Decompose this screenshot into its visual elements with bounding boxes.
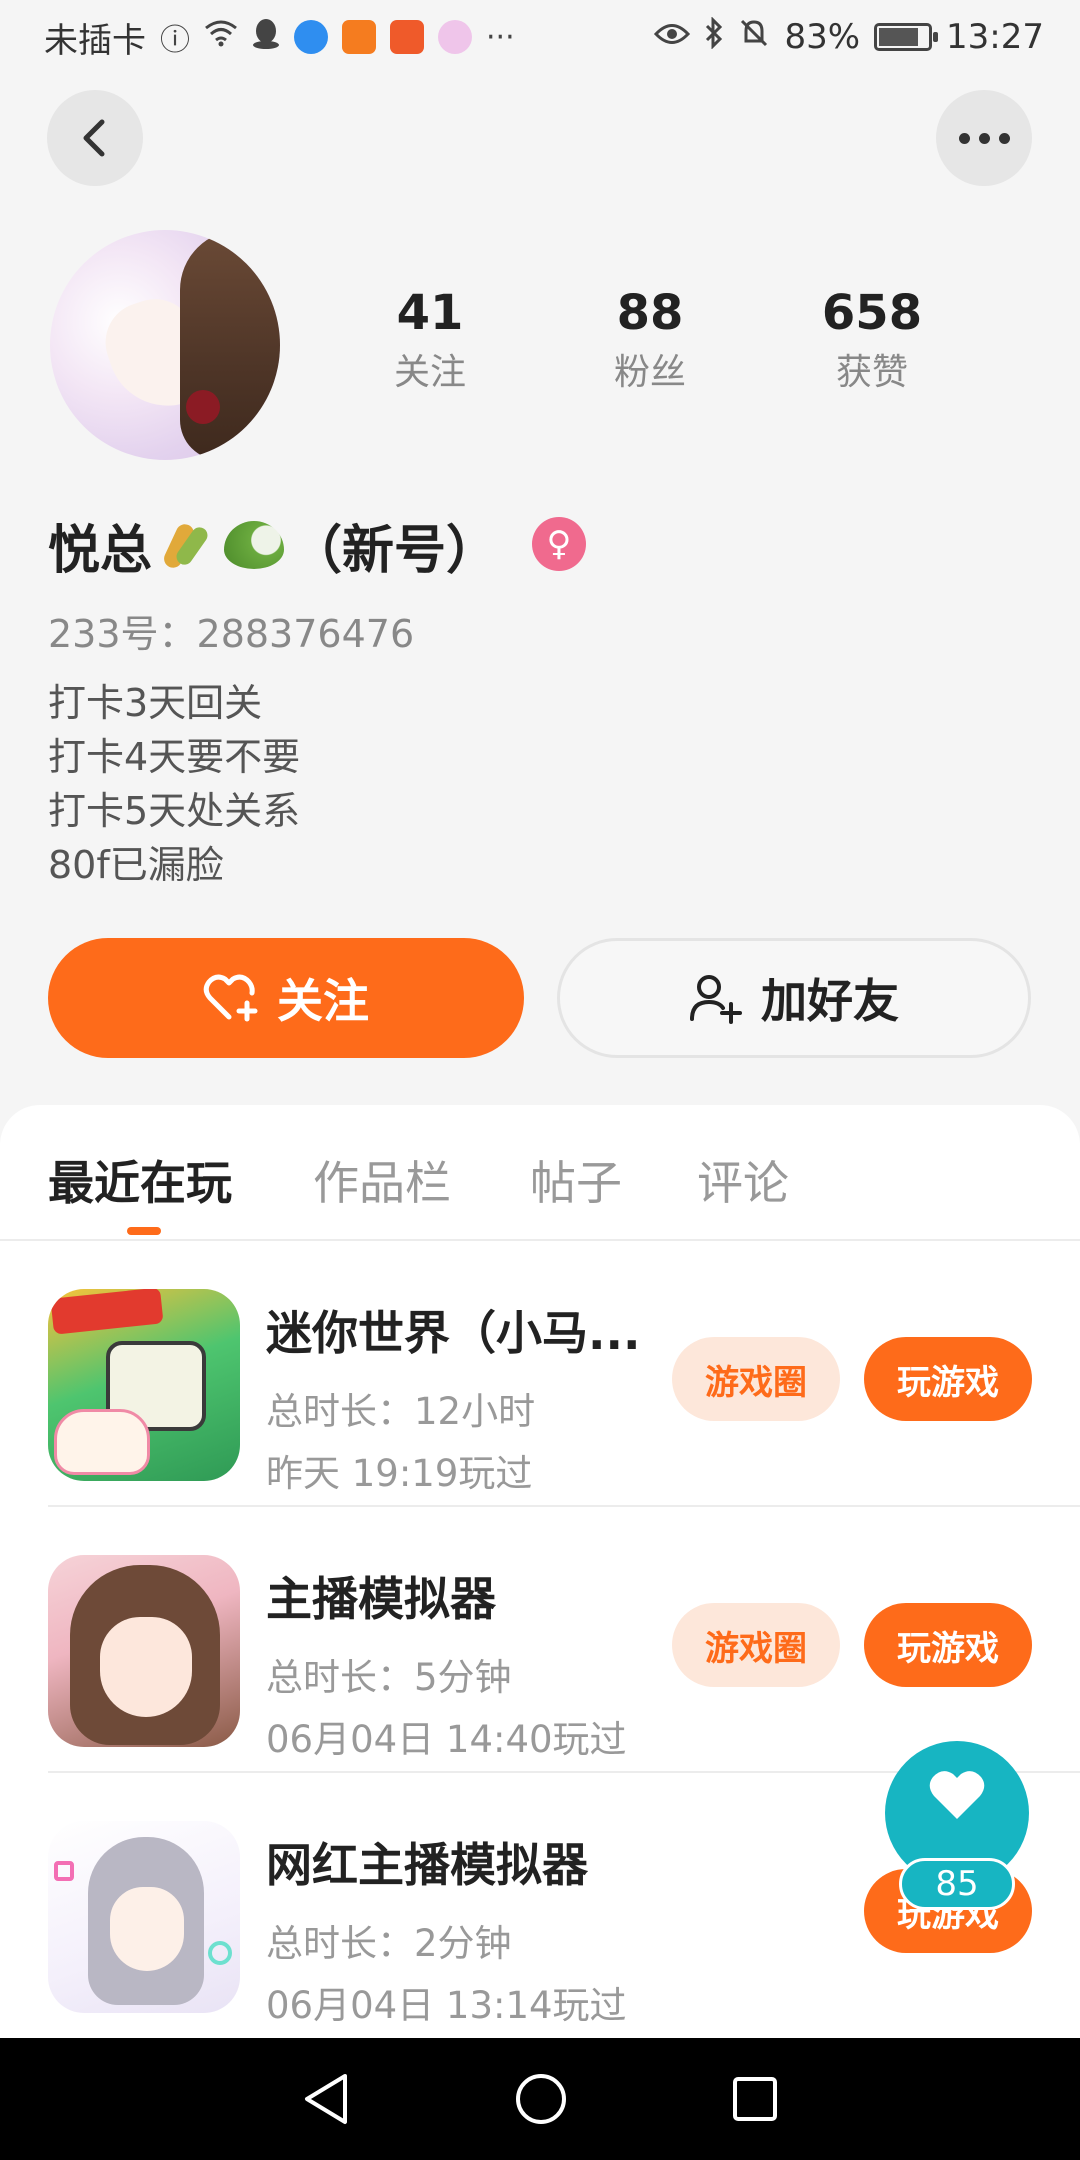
more-options-button[interactable] bbox=[936, 90, 1032, 186]
bio-line: 打卡5天处关系 bbox=[48, 789, 301, 833]
carrier-label: 未插卡 bbox=[44, 20, 146, 61]
bio-line: 80f已漏脸 bbox=[48, 843, 224, 887]
game-last-played: 06月04日 13:14玩过 bbox=[266, 1984, 627, 2027]
game-title: 网红主播模拟器 bbox=[266, 1838, 588, 1892]
more-notifications-icon: ··· bbox=[486, 19, 515, 55]
status-bar-right: 83% 13:27 bbox=[654, 16, 1044, 57]
stat-value: 658 bbox=[821, 285, 923, 341]
tab-recently-played[interactable]: 最近在玩 bbox=[48, 1147, 232, 1213]
browser-app-icon bbox=[294, 20, 328, 54]
follow-button[interactable]: 关注 bbox=[48, 938, 524, 1058]
game-icon[interactable] bbox=[48, 1289, 240, 1481]
avatar[interactable] bbox=[50, 230, 280, 460]
game-title: 主播模拟器 bbox=[266, 1572, 496, 1626]
cloud-app-icon bbox=[438, 20, 472, 54]
alert-icon: ⓘ bbox=[160, 23, 190, 58]
tab-posts[interactable]: 帖子 bbox=[530, 1147, 622, 1213]
status-bar: 未插卡 ⓘ ··· 83% 13:27 bbox=[0, 0, 1080, 74]
follow-label: 关注 bbox=[277, 974, 369, 1028]
female-gender-icon: ♀ bbox=[532, 517, 586, 571]
game-last-played: 06月04日 14:40玩过 bbox=[266, 1718, 627, 1761]
game-duration: 总时长：2分钟 bbox=[266, 1922, 512, 1965]
game-circle-button[interactable]: 游戏圈 bbox=[672, 1337, 840, 1421]
add-friend-label: 加好友 bbox=[761, 974, 899, 1028]
game-title: 迷你世界（小马... bbox=[266, 1306, 641, 1360]
profile-stats: 41 关注 88 粉丝 658 获赞 bbox=[340, 285, 1040, 415]
video-app-icon bbox=[342, 20, 376, 54]
battery-icon bbox=[874, 23, 939, 51]
bio: 打卡3天回关 打卡4天要不要 打卡5天处关系 80f已漏脸 bbox=[48, 676, 300, 892]
bluetooth-icon bbox=[704, 16, 724, 57]
back-button[interactable] bbox=[47, 90, 143, 186]
bio-line: 打卡3天回关 bbox=[48, 681, 263, 725]
stat-following[interactable]: 41 关注 bbox=[340, 285, 520, 401]
active-tab-indicator bbox=[127, 1227, 161, 1235]
game-duration: 总时长：12小时 bbox=[266, 1390, 536, 1433]
battery-percent: 83% bbox=[784, 17, 861, 57]
game-icon[interactable] bbox=[48, 1555, 240, 1747]
eye-comfort-icon bbox=[654, 20, 691, 55]
back-triangle-icon[interactable] bbox=[301, 2072, 351, 2126]
game-icon[interactable] bbox=[48, 1821, 240, 2013]
stat-likes[interactable]: 658 获赞 bbox=[782, 285, 962, 401]
grid-app-icon bbox=[390, 20, 424, 54]
like-count-badge: 85 bbox=[899, 1858, 1015, 1910]
system-nav-bar bbox=[0, 2038, 1080, 2160]
battery-fill bbox=[879, 28, 919, 46]
clock: 13:27 bbox=[946, 17, 1044, 57]
add-user-icon bbox=[690, 975, 742, 1024]
game-duration: 总时长：5分钟 bbox=[266, 1656, 512, 1699]
stat-label: 粉丝 bbox=[613, 352, 686, 393]
mute-bell-icon bbox=[738, 17, 770, 57]
chevron-left-icon bbox=[83, 119, 105, 157]
qq-icon bbox=[252, 17, 280, 57]
tab-comments[interactable]: 评论 bbox=[697, 1147, 789, 1213]
stat-fans[interactable]: 88 粉丝 bbox=[560, 285, 740, 401]
wheat-emoji-icon bbox=[158, 517, 214, 573]
stat-value: 41 bbox=[396, 285, 464, 341]
stat-label: 获赞 bbox=[835, 352, 908, 393]
username: 悦总 （新号） bbox=[48, 510, 499, 581]
tab-works[interactable]: 作品栏 bbox=[313, 1147, 451, 1213]
stat-label: 关注 bbox=[393, 352, 466, 393]
game-last-played: 昨天 19:19玩过 bbox=[266, 1452, 533, 1495]
user-id: 233号：288376476 bbox=[48, 612, 415, 656]
tab-bar: 最近在玩 作品栏 帖子 评论 bbox=[0, 1105, 1080, 1241]
game-list-item[interactable]: 主播模拟器 总时长：5分钟 06月04日 14:40玩过 游戏圈 玩游戏 bbox=[0, 1507, 1080, 1773]
game-list-item[interactable]: 迷你世界（小马... 总时长：12小时 昨天 19:19玩过 游戏圈 玩游戏 bbox=[0, 1241, 1080, 1507]
leaf-emoji-icon bbox=[224, 521, 285, 569]
more-dots-icon bbox=[958, 132, 1010, 144]
stat-value: 88 bbox=[616, 285, 684, 341]
play-game-button[interactable]: 玩游戏 bbox=[864, 1603, 1032, 1687]
add-friend-button[interactable]: 加好友 bbox=[557, 938, 1031, 1058]
bio-line: 打卡4天要不要 bbox=[48, 735, 301, 779]
heart-icon bbox=[929, 1771, 985, 1819]
play-game-button[interactable]: 玩游戏 bbox=[864, 1337, 1032, 1421]
recents-square-icon[interactable] bbox=[731, 2075, 779, 2123]
heart-plus-icon bbox=[203, 974, 258, 1022]
game-circle-button[interactable]: 游戏圈 bbox=[672, 1603, 840, 1687]
wifi-icon bbox=[204, 19, 238, 55]
username-suffix: （新号） bbox=[290, 520, 499, 581]
home-circle-icon[interactable] bbox=[514, 2072, 568, 2126]
status-bar-left: 未插卡 ⓘ ··· bbox=[44, 13, 515, 62]
username-prefix: 悦总 bbox=[48, 520, 153, 581]
